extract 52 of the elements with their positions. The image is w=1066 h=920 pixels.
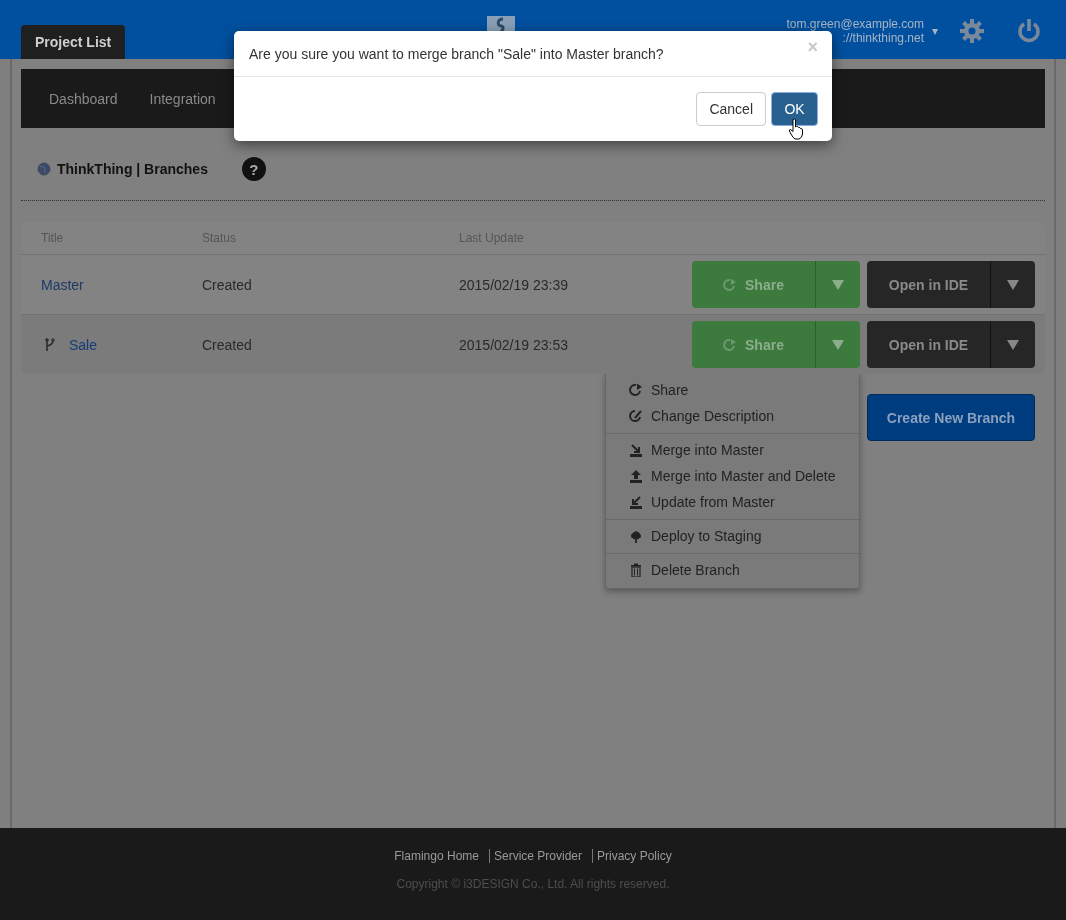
share-icon bbox=[629, 383, 643, 397]
arrow-icon bbox=[629, 495, 643, 509]
dialog-message: Are you sure you want to merge branch "Sale" into Master branch? bbox=[249, 45, 664, 62]
caret-icon bbox=[1006, 278, 1020, 291]
share-icon bbox=[723, 277, 738, 292]
edit-icon bbox=[629, 409, 643, 423]
share-dropdown-button[interactable] bbox=[816, 321, 860, 368]
menu-item[interactable]: Share bbox=[606, 377, 859, 403]
settings-icon[interactable] bbox=[959, 18, 985, 44]
help-button[interactable]: ? bbox=[241, 157, 266, 181]
nav-link[interactable]: Dashboard bbox=[33, 90, 134, 107]
footer-link[interactable]: Service Provider bbox=[489, 849, 590, 863]
menu-item[interactable]: Change Description bbox=[606, 403, 859, 429]
menu-item[interactable]: Merge into Master bbox=[606, 437, 859, 463]
globe-icon bbox=[37, 162, 51, 176]
share-icon bbox=[723, 337, 738, 352]
menu-item[interactable]: Merge into Master and Delete bbox=[606, 463, 859, 489]
footer-link[interactable]: Privacy Policy bbox=[592, 849, 680, 863]
ok-button[interactable]: OK bbox=[771, 92, 818, 126]
upload-icon bbox=[629, 469, 643, 483]
page-title: ThinkThing | Branches bbox=[57, 161, 208, 177]
user-site: ://thinkthing.net bbox=[842, 31, 924, 45]
project-list-tab[interactable]: Project List bbox=[21, 25, 126, 59]
caret-icon bbox=[831, 338, 845, 351]
branch-link[interactable]: Sale bbox=[69, 336, 98, 353]
caret-icon bbox=[831, 278, 845, 291]
download-icon bbox=[629, 443, 643, 457]
cancel-button[interactable]: Cancel bbox=[696, 92, 766, 126]
nav-link[interactable]: Integration bbox=[133, 90, 232, 107]
menu-item[interactable]: Deploy to Staging bbox=[606, 523, 859, 549]
menu-item[interactable]: Update from Master bbox=[606, 489, 859, 515]
open-in-ide-button[interactable]: Open in IDE bbox=[867, 321, 991, 368]
share-button[interactable]: Share bbox=[692, 261, 816, 308]
date-cell: 2015/02/19 23:53 bbox=[459, 336, 568, 353]
branch-icon bbox=[45, 337, 55, 352]
status-cell: Created bbox=[202, 336, 252, 353]
status-cell: Created bbox=[202, 276, 252, 293]
open-in-ide-button[interactable]: Open in IDE bbox=[867, 261, 991, 308]
footer-link[interactable]: Flamingo Home bbox=[386, 849, 487, 863]
share-button[interactable]: Share bbox=[692, 321, 816, 368]
create-branch-button[interactable]: Create New Branch bbox=[867, 394, 1035, 441]
caret-icon bbox=[1006, 338, 1020, 351]
power-icon[interactable] bbox=[1016, 18, 1042, 44]
menu-item[interactable]: Delete Branch bbox=[606, 557, 859, 583]
ide-dropdown-button[interactable] bbox=[991, 261, 1035, 308]
user-menu-caret[interactable]: ▾ bbox=[932, 24, 938, 38]
share-dropdown-button[interactable] bbox=[816, 261, 860, 308]
trash-icon bbox=[629, 563, 643, 577]
ide-dropdown-button[interactable] bbox=[991, 321, 1035, 368]
user-email: tom.green@example.com bbox=[786, 17, 924, 31]
branch-link[interactable]: Master bbox=[41, 276, 84, 293]
date-cell: 2015/02/19 23:39 bbox=[459, 276, 568, 293]
